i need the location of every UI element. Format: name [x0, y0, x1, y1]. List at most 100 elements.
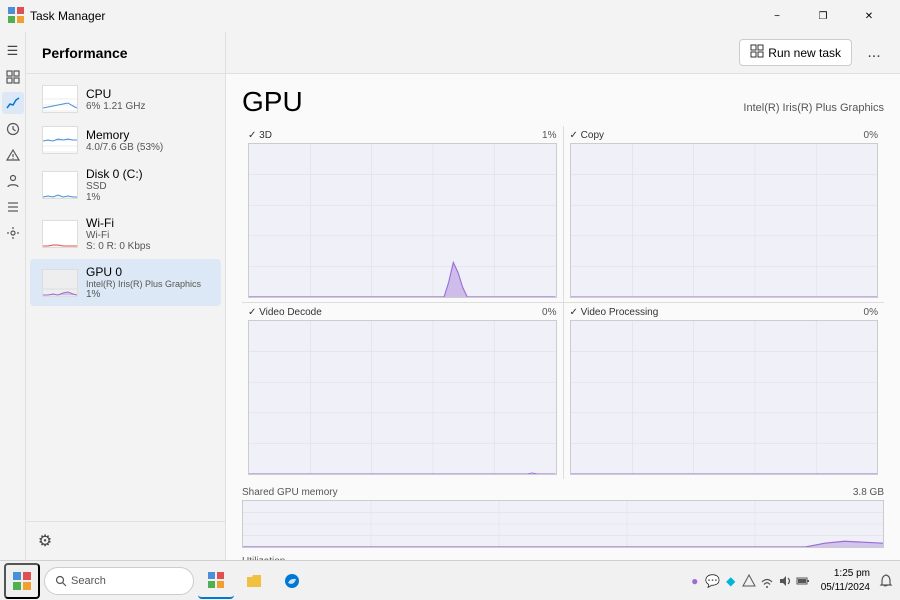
chart-vp-pct: 0% [864, 307, 878, 318]
restore-button[interactable]: ❐ [800, 0, 846, 32]
main-header: Run new task ... [226, 32, 900, 74]
disk-thumbnail [42, 171, 78, 199]
date-display: 05/11/2024 [821, 581, 870, 595]
disk-sub2: 1% [86, 192, 209, 203]
disk-sub: SSD [86, 181, 209, 192]
chart-vd-area [248, 320, 557, 475]
chart-cell-3d: ✓ 3D 1% [242, 126, 563, 302]
taskbar: Search ● 💬 ◆ [0, 560, 900, 600]
titlebar: Task Manager − ❐ ✕ [0, 0, 900, 32]
gpu-device-name: Intel(R) Iris(R) Plus Graphics [743, 102, 884, 114]
gpu-name: GPU 0 [86, 265, 209, 279]
menu-icon-button[interactable]: ☰ [2, 40, 24, 62]
taskbar-app-taskmanager[interactable] [198, 563, 234, 599]
gpu-sub: Intel(R) Iris(R) Plus Graphics [86, 279, 209, 289]
gpu-thumbnail [42, 269, 78, 297]
wifi-info: Wi-Fi Wi-Fi S: 0 R: 0 Kbps [86, 216, 209, 252]
charts-grid: ✓ 3D 1% [242, 126, 884, 479]
more-options-button[interactable]: ... [860, 39, 888, 67]
start-button[interactable] [4, 563, 40, 599]
memory-thumbnail [42, 126, 78, 154]
disk-name: Disk 0 (C:) [86, 167, 209, 181]
shared-mem-label: Shared GPU memory [242, 487, 338, 498]
tray-icon-3[interactable]: ◆ [723, 573, 739, 589]
performance-icon-button[interactable] [2, 92, 24, 114]
memory-sub: 4.0/7.6 GB (53%) [86, 142, 209, 153]
process-icon-button[interactable] [2, 66, 24, 88]
shared-mem-section: Shared GPU memory 3.8 GB [242, 487, 884, 548]
chart-3d-area [248, 143, 557, 298]
icon-bar: ☰ [0, 32, 26, 560]
shared-mem-bar [242, 500, 884, 548]
gpu-view: GPU Intel(R) Iris(R) Plus Graphics ✓ 3D … [226, 74, 900, 560]
cpu-info: CPU 6% 1.21 GHz [86, 87, 209, 112]
cpu-name: CPU [86, 87, 209, 101]
time-display: 1:25 pm [821, 567, 870, 581]
run-new-task-button[interactable]: Run new task [739, 39, 852, 66]
tray-volume-icon[interactable] [777, 573, 793, 589]
gpu-sub2: 1% [86, 289, 209, 300]
sidebar-items: CPU 6% 1.21 GHz Memory 4.0/7.6 GB (53%) [26, 74, 225, 521]
chart-vp-label: ✓ Video Processing [570, 307, 659, 318]
chart-vd-label: ✓ Video Decode [248, 307, 322, 318]
gpu-title-row: GPU Intel(R) Iris(R) Plus Graphics [242, 86, 884, 118]
taskbar-time: 1:25 pm 05/11/2024 [817, 567, 874, 595]
window-controls: − ❐ ✕ [754, 0, 892, 32]
chart-3d-pct: 1% [542, 130, 556, 141]
app-icon [8, 7, 24, 26]
tray-wifi-icon[interactable] [759, 573, 775, 589]
window-title: Task Manager [30, 9, 754, 23]
run-new-task-icon [750, 44, 764, 61]
details-icon-button[interactable] [2, 196, 24, 218]
tray-icon-2[interactable]: 💬 [705, 573, 721, 589]
sidebar-item-wifi[interactable]: Wi-Fi Wi-Fi S: 0 R: 0 Kbps [30, 210, 221, 258]
taskbar-tray: ● 💬 ◆ [683, 573, 815, 589]
main-content: Run new task ... GPU Intel(R) Iris(R) Pl… [226, 32, 900, 560]
memory-name: Memory [86, 128, 209, 142]
taskbar-app-edge[interactable] [274, 563, 310, 599]
sidebar-item-gpu[interactable]: GPU 0 Intel(R) Iris(R) Plus Graphics 1% [30, 259, 221, 306]
wifi-sub: Wi-Fi [86, 230, 209, 241]
cpu-sub: 6% 1.21 GHz [86, 101, 209, 112]
wifi-thumbnail [42, 220, 78, 248]
tray-battery-icon[interactable] [795, 573, 811, 589]
chart-cell-video-decode: ✓ Video Decode 0% [242, 303, 563, 479]
services-icon-button[interactable] [2, 222, 24, 244]
sidebar-header: Performance [26, 32, 225, 74]
chart-vp-area [570, 320, 879, 475]
chart-copy-pct: 0% [864, 130, 878, 141]
search-text: Search [71, 575, 106, 587]
chart-cell-copy: ✓ Copy 0% [564, 126, 885, 302]
sidebar-item-cpu[interactable]: CPU 6% 1.21 GHz [30, 79, 221, 119]
taskbar-search[interactable]: Search [44, 567, 194, 595]
run-new-task-label: Run new task [768, 46, 841, 60]
gpu-main-title: GPU [242, 86, 303, 118]
minimize-button[interactable]: − [754, 0, 800, 32]
notification-button[interactable] [876, 563, 896, 599]
sidebar-footer: ⚙ [26, 521, 225, 560]
settings-button[interactable]: ⚙ [34, 530, 56, 552]
sidebar-item-disk[interactable]: Disk 0 (C:) SSD 1% [30, 161, 221, 209]
chart-copy-label: ✓ Copy [570, 130, 605, 141]
chart-vd-pct: 0% [542, 307, 556, 318]
cpu-thumbnail [42, 85, 78, 113]
app-history-icon-button[interactable] [2, 118, 24, 140]
chart-3d-label: ✓ 3D [248, 130, 272, 141]
tray-icon-1[interactable]: ● [687, 573, 703, 589]
sidebar-item-memory[interactable]: Memory 4.0/7.6 GB (53%) [30, 120, 221, 160]
users-icon-button[interactable] [2, 170, 24, 192]
close-button[interactable]: ✕ [846, 0, 892, 32]
wifi-sub2: S: 0 R: 0 Kbps [86, 241, 209, 252]
gpu-info: GPU 0 Intel(R) Iris(R) Plus Graphics 1% [86, 265, 209, 300]
tray-vpn-icon[interactable] [741, 573, 757, 589]
wifi-name: Wi-Fi [86, 216, 209, 230]
chart-copy-area [570, 143, 879, 298]
taskbar-app-folder[interactable] [236, 563, 272, 599]
shared-mem-header: Shared GPU memory 3.8 GB [242, 487, 884, 498]
sidebar: Performance CPU 6% 1.21 GHz [26, 32, 226, 560]
chart-cell-video-processing: ✓ Video Processing 0% [564, 303, 885, 479]
shared-mem-max: 3.8 GB [853, 487, 884, 498]
startup-icon-button[interactable] [2, 144, 24, 166]
memory-info: Memory 4.0/7.6 GB (53%) [86, 128, 209, 153]
disk-info: Disk 0 (C:) SSD 1% [86, 167, 209, 203]
